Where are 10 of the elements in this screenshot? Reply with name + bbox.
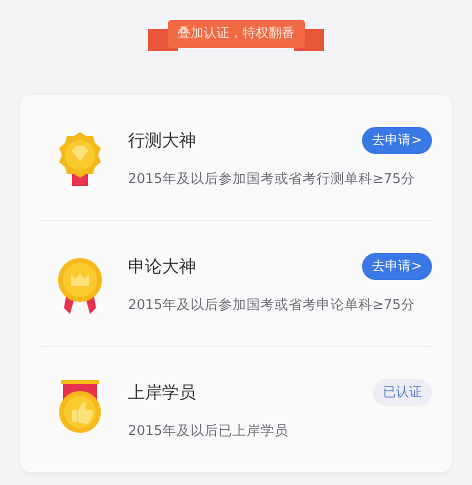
certification-description: 2015年及以后参加国考或省考行测单科≥75分	[128, 170, 416, 188]
banner-text: 叠加认证，特权翻番	[168, 20, 304, 48]
certification-description: 2015年及以后参加国考或省考申论单科≥75分	[128, 296, 416, 314]
apply-button[interactable]: 去申请>	[362, 127, 432, 154]
certification-description: 2015年及以后已上岸学员	[128, 422, 290, 440]
apply-button[interactable]: 去申请>	[362, 253, 432, 280]
verified-badge: 已认证	[373, 379, 432, 406]
certification-title: 上岸学员	[128, 382, 196, 404]
certification-title: 行测大神	[128, 130, 196, 152]
certification-title: 申论大神	[128, 256, 196, 278]
